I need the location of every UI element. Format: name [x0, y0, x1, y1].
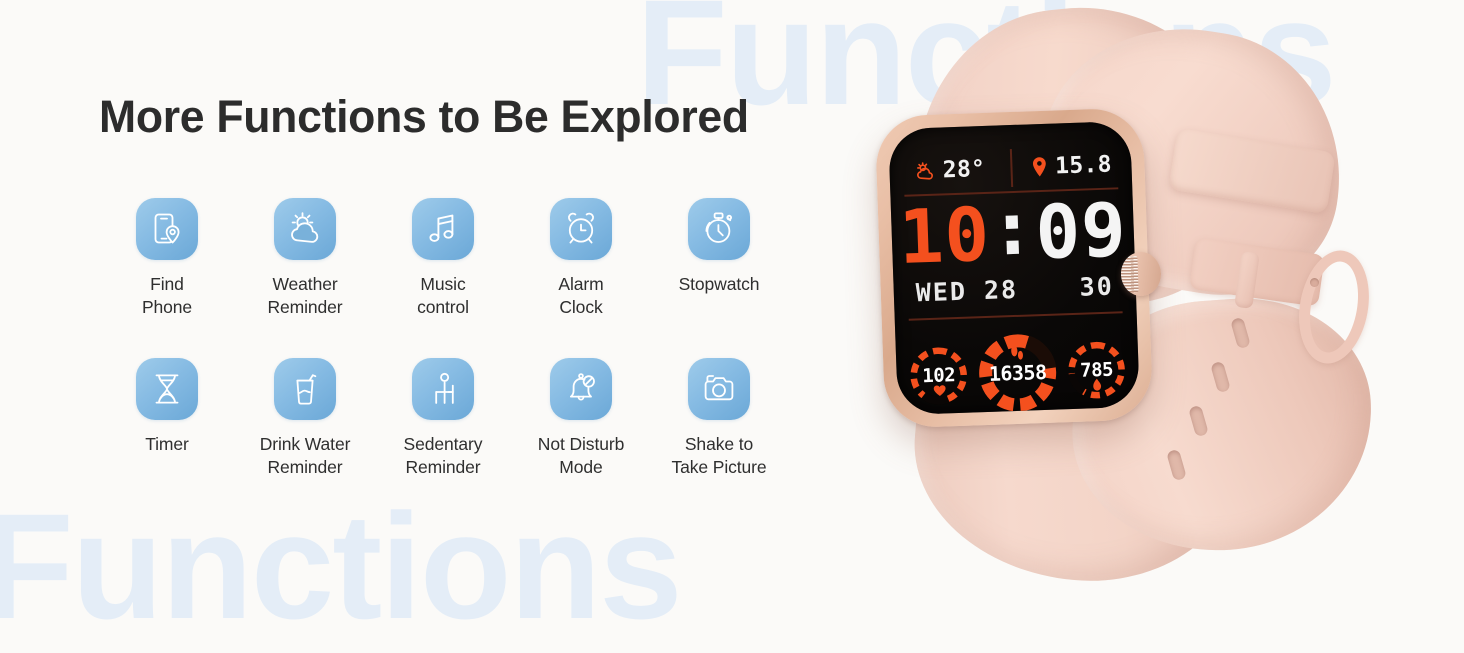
feature-label: Music control	[417, 273, 469, 319]
watch-time-minutes: 09	[1034, 187, 1128, 276]
watch-screen[interactable]: 28° 15.8 10:09 WED 28	[888, 121, 1140, 415]
shake-to-take-picture-icon	[688, 358, 750, 420]
watch-metric-value: 16358	[988, 360, 1047, 386]
watch-face: 28° 15.8 10:09 WED 28	[888, 121, 1140, 415]
music-control-icon	[412, 198, 474, 260]
watch-time-separator: :	[988, 185, 1037, 273]
page-title: More Functions to Be Explored	[99, 93, 749, 141]
feature-label: Drink Water Reminder	[260, 433, 351, 479]
sun-cloud-icon	[914, 160, 936, 182]
not-disturb-mode-icon	[550, 358, 612, 420]
feature-grid: Find Phone Weather Reminder	[98, 198, 818, 518]
watch-time-hours: 10	[897, 192, 991, 281]
timer-icon	[136, 358, 198, 420]
watch-location-value: 15.8	[1055, 152, 1112, 180]
feature-item-weather-reminder[interactable]: Weather Reminder	[236, 198, 374, 358]
find-phone-icon	[136, 198, 198, 260]
sedentary-reminder-icon	[412, 358, 474, 420]
location-pin-icon	[1030, 156, 1049, 179]
watch-weather-widget: 28°	[889, 155, 1011, 185]
content-pane: More Functions to Be Explored Find Phone	[0, 0, 860, 600]
watch-temperature: 28°	[942, 156, 985, 183]
feature-item-find-phone[interactable]: Find Phone	[98, 198, 236, 358]
feature-label: Not Disturb Mode	[538, 433, 624, 479]
flame-icon	[1091, 378, 1103, 392]
feature-item-sedentary-reminder[interactable]: Sedentary Reminder	[374, 358, 512, 518]
feature-item-timer[interactable]: Timer	[98, 358, 236, 518]
feature-item-stopwatch[interactable]: Stopwatch	[650, 198, 788, 358]
watch-buckle-pin-hole	[1310, 278, 1319, 287]
drink-water-reminder-icon	[274, 358, 336, 420]
watch-metric-rings: 102 16358	[895, 327, 1140, 415]
watch-date: WED 28	[915, 274, 1052, 308]
watch-case: 28° 15.8 10:09 WED 28	[875, 107, 1154, 428]
feature-label: Stopwatch	[679, 273, 760, 296]
feature-item-music-control[interactable]: Music control	[374, 198, 512, 358]
heart-icon	[933, 384, 946, 396]
watch-extra-value: 30	[1051, 272, 1114, 303]
footstep-icon	[1010, 345, 1025, 362]
feature-item-alarm-clock[interactable]: Alarm Clock	[512, 198, 650, 358]
watch-metric-heart-rate: 102	[907, 344, 971, 408]
feature-label: Shake to Take Picture	[671, 433, 766, 479]
feature-label: Sedentary Reminder	[404, 433, 483, 479]
smartwatch-product-image: 28° 15.8 10:09 WED 28	[862, 0, 1464, 600]
stopwatch-icon	[688, 198, 750, 260]
feature-item-shake-to-take-picture[interactable]: Shake to Take Picture	[650, 358, 788, 518]
watch-metric-calories: 785	[1065, 338, 1129, 402]
feature-label: Timer	[145, 433, 189, 456]
alarm-clock-icon	[550, 198, 612, 260]
watch-metric-steps: 16358	[974, 329, 1061, 415]
feature-item-not-disturb-mode[interactable]: Not Disturb Mode	[512, 358, 650, 518]
watch-location-widget: 15.8	[1010, 151, 1132, 181]
watch-time: 10:09	[891, 193, 1135, 275]
feature-item-drink-water-reminder[interactable]: Drink Water Reminder	[236, 358, 374, 518]
weather-reminder-icon	[274, 198, 336, 260]
feature-label: Find Phone	[142, 273, 192, 319]
feature-label: Weather Reminder	[267, 273, 342, 319]
feature-label: Alarm Clock	[558, 273, 603, 319]
watch-face-divider-bottom	[909, 311, 1123, 320]
